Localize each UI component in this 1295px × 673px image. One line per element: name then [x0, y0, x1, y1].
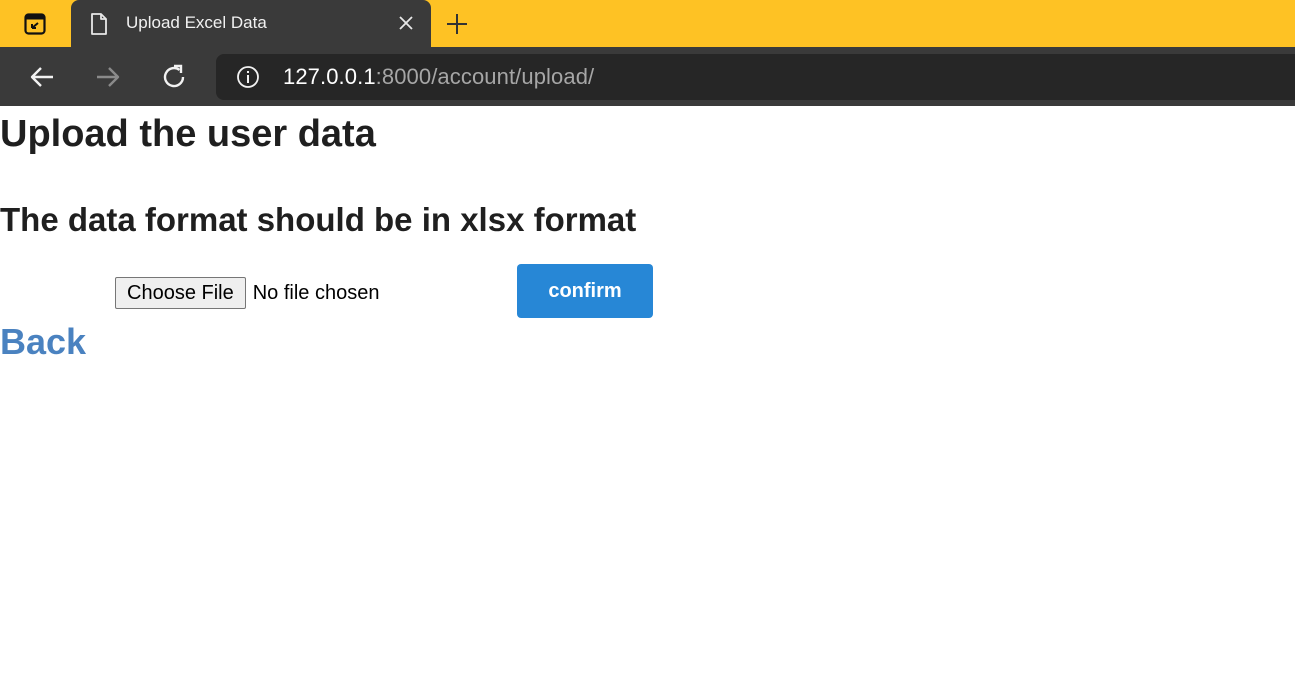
close-tab-icon[interactable]	[397, 14, 415, 32]
forward-button[interactable]	[90, 59, 126, 95]
url-path: :8000/account/upload/	[375, 64, 595, 89]
address-bar[interactable]: 127.0.0.1:8000/account/upload/	[216, 54, 1295, 100]
choose-file-button[interactable]: Choose File	[115, 277, 246, 309]
arrow-right-icon	[97, 67, 120, 87]
reload-icon	[163, 64, 185, 88]
url-host: 127.0.0.1	[283, 64, 376, 89]
back-button[interactable]	[24, 59, 60, 95]
plus-icon	[447, 14, 467, 34]
browser-toolbar: 127.0.0.1:8000/account/upload/	[0, 47, 1295, 153]
page-icon	[91, 13, 107, 35]
page-title: Upload the user data	[0, 113, 376, 155]
confirm-button[interactable]: confirm	[517, 264, 653, 318]
url-text[interactable]: 127.0.0.1:8000/account/upload/	[283, 64, 594, 90]
format-instruction: The data format should be in xlsx format	[0, 201, 637, 238]
file-status-text: No file chosen	[252, 281, 380, 304]
browser-tabstrip: Upload Excel Data	[0, 0, 1295, 47]
info-icon[interactable]	[236, 65, 260, 89]
file-input[interactable]: Choose File No file chosen	[115, 277, 379, 309]
new-tab-button[interactable]	[441, 8, 473, 40]
reload-button[interactable]	[156, 59, 192, 95]
back-link[interactable]: Back	[0, 321, 86, 363]
app-window-icon	[24, 12, 46, 35]
arrow-left-icon	[30, 67, 53, 87]
page-content: Upload the user data The data format sho…	[0, 106, 1295, 673]
tab-title: Upload Excel Data	[126, 13, 267, 32]
active-tab[interactable]: Upload Excel Data	[71, 0, 431, 47]
browser-app-icon[interactable]	[0, 0, 70, 47]
